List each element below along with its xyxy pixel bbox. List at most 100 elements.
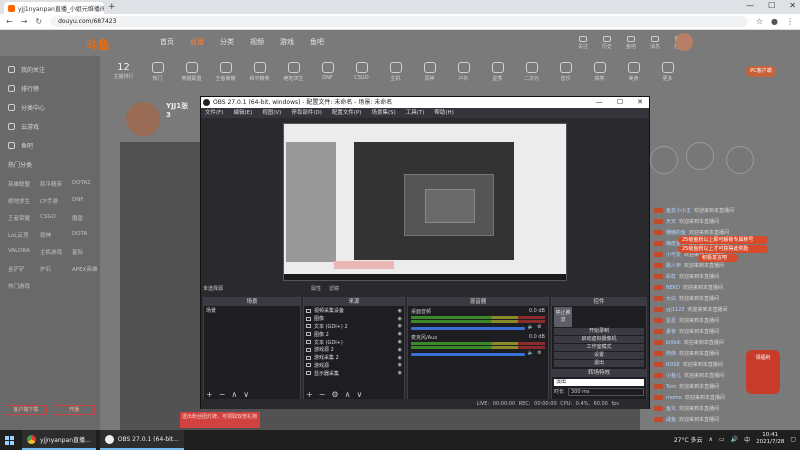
chat-username[interactable]: 天天 xyxy=(666,218,676,225)
sidebar-cat[interactable]: APEX英雄 xyxy=(72,265,102,273)
transition-select[interactable]: 淡出 xyxy=(554,379,644,386)
maximize-button[interactable]: ☐ xyxy=(768,1,775,10)
obs-close-button[interactable]: ✕ xyxy=(637,97,643,108)
profile-icon[interactable]: ● xyxy=(771,17,778,26)
obs-menu-help[interactable]: 帮助(H) xyxy=(434,108,453,118)
category-item[interactable]: 主机 xyxy=(382,58,409,92)
start-recording-button[interactable]: 开始录制 xyxy=(554,328,644,335)
nav-yuba[interactable]: 鱼吧 xyxy=(310,37,324,47)
nav-live[interactable]: 直播 xyxy=(190,37,204,47)
header-follow[interactable]: 关注 xyxy=(576,36,590,50)
start-button[interactable] xyxy=(0,430,18,450)
category-item[interactable]: 搞笑 xyxy=(586,58,613,92)
move-up-icon[interactable]: ∧ xyxy=(345,390,351,399)
address-bar[interactable]: douyu.com/687423 xyxy=(50,16,748,27)
category-item[interactable]: 英雄联盟 xyxy=(178,58,205,92)
eye-icon[interactable]: ◉ xyxy=(398,308,402,314)
source-item[interactable]: 文本 (GDI+) 2 ◉ xyxy=(306,323,402,331)
sidebar-cat[interactable]: 星际 xyxy=(72,248,102,256)
chat-username[interactable]: momo xyxy=(666,395,682,401)
chat-username[interactable]: 星星 xyxy=(666,317,676,324)
input-language[interactable]: 中 xyxy=(744,435,750,444)
forward-icon[interactable]: → xyxy=(21,17,28,26)
category-item[interactable]: DNF xyxy=(314,58,341,92)
nav-category[interactable]: 分类 xyxy=(220,37,234,47)
speaker-icon[interactable]: 🔈 xyxy=(528,350,534,356)
category-item[interactable]: 热门 xyxy=(144,58,171,92)
back-icon[interactable]: ← xyxy=(6,17,13,26)
sidebar-cat[interactable]: 原神 xyxy=(40,231,72,239)
reload-icon[interactable]: ↻ xyxy=(35,17,42,26)
user-avatar[interactable] xyxy=(675,33,693,51)
sidebar-cat[interactable]: DNF xyxy=(72,197,102,205)
category-item[interactable]: 户外 xyxy=(450,58,477,92)
eye-icon[interactable]: ◉ xyxy=(398,323,402,329)
nav-video[interactable]: 视频 xyxy=(250,37,264,47)
rank-avatar[interactable] xyxy=(726,146,754,174)
obs-menu-edit[interactable]: 编辑(E) xyxy=(233,108,252,118)
source-item[interactable]: 视频采集设备 ◉ xyxy=(306,307,402,315)
header-message[interactable]: 消息 xyxy=(648,36,662,50)
sidebar-cat[interactable]: DOTA2 xyxy=(72,180,102,188)
stop-streaming-button[interactable]: 停止推流 xyxy=(554,307,572,327)
chat-username[interactable]: yjj1123 xyxy=(666,307,684,313)
clock[interactable]: 10:41 2021/7/28 xyxy=(756,432,784,446)
close-window-button[interactable]: ✕ xyxy=(789,1,796,10)
menu-icon[interactable]: ⋮ xyxy=(786,17,794,26)
sidebar-cat[interactable]: VALORA xyxy=(8,248,40,256)
chat-username[interactable]: 夏夜 xyxy=(666,328,676,335)
chat-username[interactable]: 咸鱼 xyxy=(666,416,676,423)
sidebar-cat[interactable]: CSGO xyxy=(40,214,72,222)
chat-username[interactable]: ROSE xyxy=(666,362,680,368)
settings-button[interactable]: 设置 xyxy=(554,352,644,359)
eye-icon[interactable]: ◉ xyxy=(398,355,402,361)
obs-menu-file[interactable]: 文件(F) xyxy=(205,108,223,118)
add-scene-icon[interactable]: + xyxy=(206,390,213,399)
taskbar-app-obs[interactable]: OBS 27.0.1 (64-bit... xyxy=(99,430,184,450)
category-item[interactable]: 音乐 xyxy=(552,58,579,92)
sidebar-cat[interactable]: 炉石 xyxy=(40,265,72,273)
mixer-settings-icon[interactable]: ⚙ xyxy=(537,350,541,356)
filters-button[interactable]: 滤镜 xyxy=(329,285,339,292)
event-banner[interactable]: 25级鱼粉以上即可解锁专属称号 25级鱼粉以上才可获得此奖励 积极发言吧 xyxy=(678,236,768,262)
notifications-icon[interactable]: ▢ xyxy=(790,436,796,443)
chat-username[interactable]: 鱼友小小主 xyxy=(666,207,691,214)
volume-slider[interactable] xyxy=(411,353,525,356)
source-item[interactable]: 图像 ◉ xyxy=(306,315,402,323)
remove-scene-icon[interactable]: − xyxy=(219,390,226,399)
sidebar-cat[interactable]: CF手游 xyxy=(40,197,72,205)
category-item[interactable]: 王者荣耀 xyxy=(212,58,239,92)
category-item[interactable]: 二次元 xyxy=(518,58,545,92)
rank-avatar[interactable] xyxy=(686,142,714,170)
pc-client-button[interactable]: PC客户端 xyxy=(746,66,776,77)
volume-icon[interactable]: 🔊 xyxy=(731,436,738,443)
weather-widget[interactable]: 27°C 多云 xyxy=(674,435,703,444)
new-tab-button[interactable]: + xyxy=(108,2,118,12)
sidebar-cat[interactable]: 主机游戏 xyxy=(40,248,72,256)
chat-username[interactable]: 彩虹 xyxy=(666,273,676,280)
gift-tip[interactable]: 送出粉丝团灯牌，可领取双倍礼物 xyxy=(180,412,260,428)
obs-maximize-button[interactable]: ☐ xyxy=(617,97,623,108)
header-history[interactable]: 历史 xyxy=(600,36,614,50)
nav-game[interactable]: 游戏 xyxy=(280,37,294,47)
chat-username[interactable]: 小鱼儿 xyxy=(666,372,681,379)
duration-input[interactable]: 300 ms xyxy=(568,388,644,396)
obs-minimize-button[interactable]: — xyxy=(596,97,603,108)
sidebar-cat[interactable]: LoL云顶 xyxy=(8,231,40,239)
source-item[interactable]: 文本 (GDI+) ◉ xyxy=(306,338,402,346)
chat-username[interactable]: 阿伟 xyxy=(666,350,676,357)
network-icon[interactable]: ▭ xyxy=(719,436,725,443)
header-yuba[interactable]: 鱼吧 xyxy=(624,36,638,50)
add-source-icon[interactable]: + xyxy=(306,390,313,399)
sidebar-item-follow[interactable]: 我的关注 xyxy=(0,60,100,79)
chat-username[interactable]: 大白 xyxy=(666,295,676,302)
star-icon[interactable]: ☆ xyxy=(756,17,763,26)
mixer-settings-icon[interactable]: ⚙ xyxy=(537,324,541,330)
sidebar-cat[interactable]: DOTA xyxy=(72,231,102,239)
tray-expand-icon[interactable]: ∧ xyxy=(709,436,713,443)
rank-avatar[interactable] xyxy=(650,146,678,174)
sidebar-item-cloudgame[interactable]: 云游戏 xyxy=(0,117,100,136)
studio-mode-button[interactable]: 工作室模式 xyxy=(554,344,644,351)
obs-menu-scenecollection[interactable]: 场景集(S) xyxy=(371,108,395,118)
eye-icon[interactable]: ◉ xyxy=(398,362,402,368)
